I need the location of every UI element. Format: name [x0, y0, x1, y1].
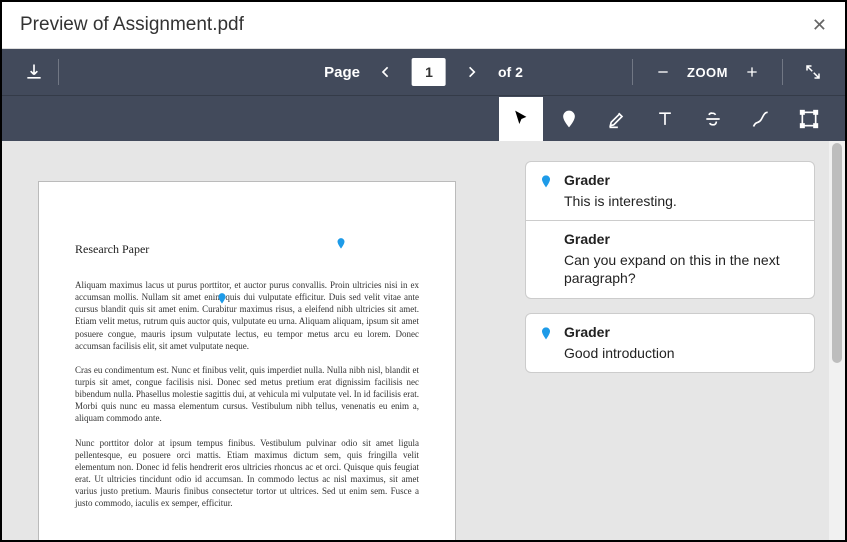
page-label: Page — [324, 64, 360, 81]
strikethrough-tool[interactable] — [691, 97, 735, 141]
window-title: Preview of Assignment.pdf — [20, 14, 244, 36]
pin-tool[interactable] — [547, 97, 591, 141]
comment-item[interactable]: Grader Can you expand on this in the nex… — [526, 220, 814, 297]
comment-card[interactable]: Grader Good introduction — [525, 313, 815, 373]
separator — [782, 59, 783, 85]
rectangle-tool[interactable] — [787, 97, 831, 141]
content-area: Research Paper Aliquam maximus lacus ut … — [2, 141, 845, 540]
download-button[interactable] — [16, 54, 52, 90]
page-navigation: Page of 2 — [324, 54, 523, 90]
document-viewport[interactable]: Research Paper Aliquam maximus lacus ut … — [2, 141, 513, 540]
document-title: Research Paper — [75, 242, 419, 257]
zoom-out-button[interactable] — [645, 54, 681, 90]
vertical-scrollbar[interactable] — [829, 141, 845, 540]
preview-window: Preview of Assignment.pdf ✕ Page of 2 ZO… — [0, 0, 847, 542]
comment-item[interactable]: Grader Good introduction — [526, 314, 814, 372]
close-icon[interactable]: ✕ — [812, 15, 827, 36]
titlebar: Preview of Assignment.pdf ✕ — [2, 2, 845, 49]
comment-card[interactable]: Grader This is interesting. Grader Can y… — [525, 161, 815, 299]
comment-item[interactable]: Grader This is interesting. — [526, 162, 814, 220]
comment-author: Grader — [564, 172, 802, 188]
comments-panel: Grader This is interesting. Grader Can y… — [513, 141, 829, 540]
annotation-pin-icon[interactable] — [215, 290, 225, 300]
prev-page-button[interactable] — [368, 54, 404, 90]
highlight-tool[interactable] — [595, 97, 639, 141]
comment-text: This is interesting. — [564, 192, 802, 210]
pointer-tool[interactable] — [499, 97, 543, 141]
pin-icon — [538, 172, 554, 210]
zoom-controls: ZOOM — [626, 54, 831, 90]
pin-icon — [538, 324, 554, 362]
document-page: Research Paper Aliquam maximus lacus ut … — [38, 181, 456, 540]
next-page-button[interactable] — [454, 54, 490, 90]
fullscreen-button[interactable] — [795, 54, 831, 90]
comment-text: Can you expand on this in the next parag… — [564, 251, 802, 287]
text-tool[interactable] — [643, 97, 687, 141]
document-paragraph: Aliquam maximus lacus ut purus porttitor… — [75, 279, 419, 352]
comment-text: Good introduction — [564, 344, 802, 362]
scrollbar-thumb[interactable] — [832, 143, 842, 363]
comment-author: Grader — [564, 324, 802, 340]
document-paragraph: Cras eu condimentum est. Nunc et finibus… — [75, 364, 419, 425]
page-number-input[interactable] — [412, 58, 446, 86]
scrollbar-track[interactable] — [829, 141, 845, 540]
toolbar-main: Page of 2 ZOOM — [2, 49, 845, 95]
document-paragraph: Nunc porttitor dolor at ipsum tempus fin… — [75, 437, 419, 510]
annotation-pin-icon[interactable] — [334, 235, 344, 245]
zoom-in-button[interactable] — [734, 54, 770, 90]
zoom-label: ZOOM — [687, 65, 728, 80]
separator — [632, 59, 633, 85]
draw-tool[interactable] — [739, 97, 783, 141]
comment-author: Grader — [564, 231, 802, 247]
separator — [58, 59, 59, 85]
page-total-label: of 2 — [498, 64, 523, 80]
toolbar-annotations — [2, 95, 845, 141]
